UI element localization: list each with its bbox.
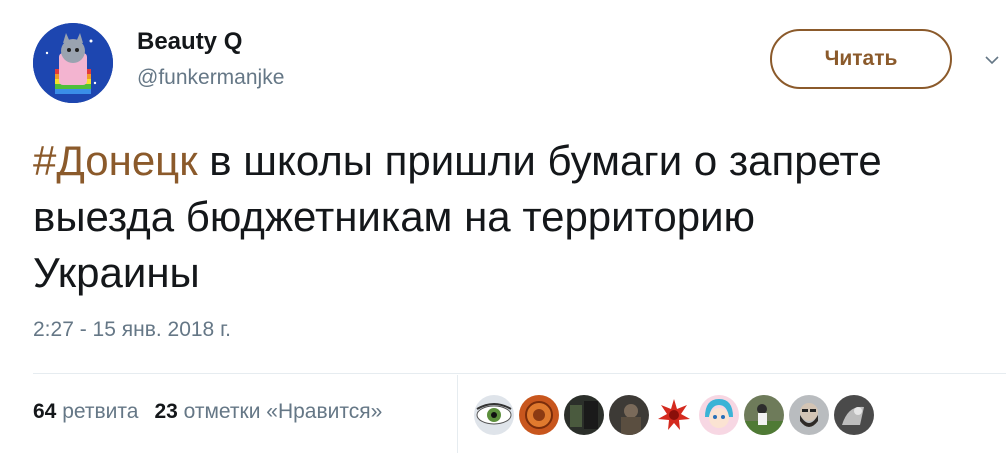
stats-separator xyxy=(457,375,458,453)
tweet-timestamp[interactable]: 2:27 - 15 янв. 2018 г. xyxy=(33,318,231,342)
nyan-cat-avatar-icon xyxy=(33,23,113,103)
bearded-man-avatar-icon xyxy=(789,395,829,435)
display-name[interactable]: Beauty Q xyxy=(137,28,242,56)
divider xyxy=(33,373,1006,374)
user-avatar[interactable] xyxy=(33,23,113,103)
red-spiky-avatar-icon xyxy=(654,395,694,435)
liker-avatar[interactable] xyxy=(474,395,514,435)
chevron-down-icon[interactable] xyxy=(984,52,1000,68)
liker-avatar[interactable] xyxy=(789,395,829,435)
tweet-text: #Донецк в школы пришли бумаги о запрете … xyxy=(33,133,933,301)
eye-avatar-icon xyxy=(474,395,514,435)
anime-girl-avatar-icon xyxy=(699,395,739,435)
liker-avatar[interactable] xyxy=(834,395,874,435)
retweets-stat[interactable]: 64 ретвита xyxy=(33,400,138,423)
retweets-count: 64 xyxy=(33,400,57,423)
liker-avatar[interactable] xyxy=(564,395,604,435)
user-handle[interactable]: @funkermanjke xyxy=(137,66,284,90)
liker-avatar[interactable] xyxy=(519,395,559,435)
tweet-stats: 64 ретвита 23 отметки «Нравится» xyxy=(33,400,382,424)
likes-label: отметки «Нравится» xyxy=(183,400,383,423)
liker-avatar[interactable] xyxy=(744,395,784,435)
orange-emblem-avatar-icon xyxy=(519,395,559,435)
liker-avatar[interactable] xyxy=(609,395,649,435)
likers-list xyxy=(474,393,879,437)
soldier-avatar-icon xyxy=(609,395,649,435)
follow-button[interactable]: Читать xyxy=(770,29,952,89)
liker-avatar[interactable] xyxy=(699,395,739,435)
likes-stat[interactable]: 23 отметки «Нравится» xyxy=(154,400,382,423)
football-avatar-icon xyxy=(744,395,784,435)
dark-photo-avatar-icon xyxy=(564,395,604,435)
hashtag-link[interactable]: #Донецк xyxy=(33,137,198,184)
liker-avatar[interactable] xyxy=(654,395,694,435)
likes-count: 23 xyxy=(154,400,178,423)
retweets-label: ретвита xyxy=(62,400,139,423)
bw-photo-avatar-icon xyxy=(834,395,874,435)
